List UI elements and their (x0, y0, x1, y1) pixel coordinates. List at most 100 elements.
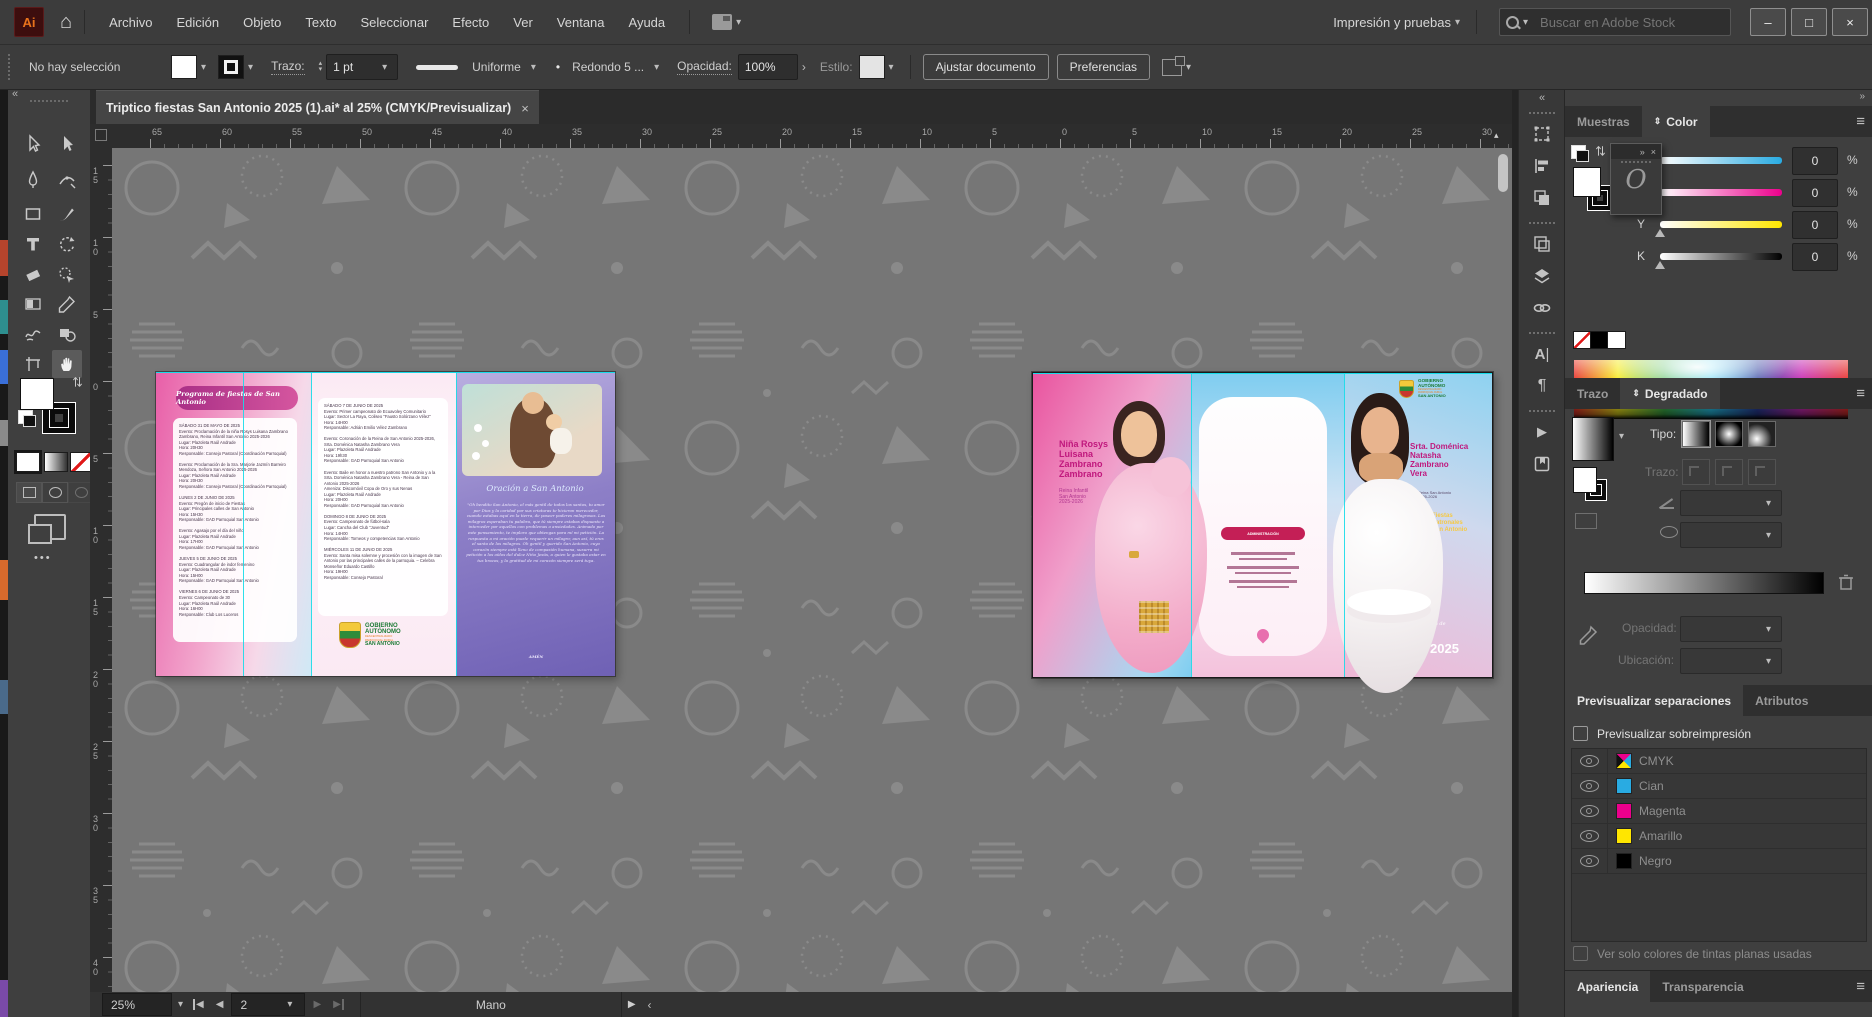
symbol-sprayer-tool[interactable] (18, 320, 48, 348)
delete-stop-icon[interactable] (1838, 573, 1854, 591)
status-collapse-icon[interactable]: ‹ (648, 998, 652, 1012)
curvature-tool[interactable] (52, 166, 82, 194)
cyan-value-field[interactable]: 0 (1792, 147, 1838, 175)
document-tab[interactable]: Triptico fiestas San Antonio 2025 (1).ai… (96, 90, 539, 125)
artboard-tool[interactable] (18, 350, 48, 378)
fill-proxy[interactable] (1573, 167, 1601, 197)
stroke-along-button[interactable] (1715, 459, 1743, 485)
paragraph-panel-icon[interactable]: ¶ (1519, 370, 1565, 402)
ruler-origin-box[interactable] (90, 124, 113, 149)
black-value-field[interactable]: 0 (1792, 243, 1838, 271)
gradient-location-field[interactable]: ▾ (1680, 648, 1782, 674)
scrollbar-thumb[interactable] (1498, 154, 1508, 192)
swap-fill-stroke-icon[interactable]: ⇄ (1592, 146, 1608, 157)
magenta-value-field[interactable]: 0 (1792, 179, 1838, 207)
arrange-documents-icon[interactable] (712, 14, 732, 30)
chevron-down-icon[interactable]: ▾ (1455, 17, 1460, 28)
yellow-slider[interactable] (1660, 221, 1782, 228)
default-fill-stroke-icon[interactable] (18, 410, 33, 424)
fill-proxy[interactable] (1573, 467, 1597, 493)
status-expand-icon[interactable]: ▶ (628, 999, 636, 1010)
plate-row-cmyk[interactable]: CMYK (1572, 749, 1866, 774)
panel-grip[interactable] (1529, 332, 1555, 334)
chevron-down-icon[interactable]: ▾ (201, 62, 206, 73)
home-icon[interactable]: ⌂ (60, 11, 72, 34)
plate-row-amarillo[interactable]: Amarillo (1572, 824, 1866, 849)
angle-field[interactable]: ▾ (1680, 490, 1782, 516)
chevron-down-icon[interactable]: ▾ (1523, 17, 1528, 28)
chevron-down-icon[interactable]: ▾ (736, 17, 741, 28)
stroke-within-button[interactable] (1682, 459, 1710, 485)
opacity-label[interactable]: Opacidad: (677, 59, 732, 75)
transform-panel-icon[interactable] (1519, 118, 1565, 150)
reverse-gradient-icon[interactable] (1575, 513, 1597, 529)
previous-artboard-button[interactable]: ◀ (216, 999, 224, 1010)
menu-archivo[interactable]: Archivo (97, 15, 164, 30)
tab-trazo[interactable]: Trazo (1565, 378, 1620, 409)
direct-selection-tool[interactable] (52, 130, 82, 158)
menu-ventana[interactable]: Ventana (545, 15, 617, 30)
slider-thumb[interactable] (1655, 261, 1665, 269)
selection-tool[interactable] (18, 130, 48, 158)
stroke-color-swatch[interactable] (218, 55, 244, 79)
illustrator-logo-icon[interactable]: Ai (14, 7, 44, 37)
panel-grip[interactable] (8, 54, 15, 80)
links-panel-icon[interactable] (1519, 292, 1565, 324)
freeform-gradient-button[interactable] (1748, 421, 1776, 447)
next-artboard-button[interactable]: ▶ (313, 999, 321, 1010)
plate-row-negro[interactable]: Negro (1572, 849, 1866, 874)
draw-behind-button[interactable] (42, 482, 68, 503)
expand-icon[interactable]: › (802, 60, 806, 74)
aspect-ratio-field[interactable]: ▾ (1680, 522, 1782, 548)
panel-grip[interactable] (1529, 222, 1555, 224)
plate-row-cian[interactable]: Cian (1572, 774, 1866, 799)
tab-transparencia[interactable]: Transparencia (1650, 971, 1755, 1002)
type-tool[interactable] (18, 230, 48, 258)
fit-document-button[interactable]: Ajustar documento (923, 54, 1049, 80)
eraser-tool[interactable] (18, 260, 48, 288)
chevron-down-icon[interactable]: ▾ (889, 62, 894, 73)
panel-grip[interactable] (1529, 410, 1555, 412)
gradient-preview-swatch[interactable] (1572, 417, 1614, 461)
chevron-down-icon[interactable]: ▾ (654, 62, 659, 73)
pathfinder-panel-icon[interactable] (1519, 182, 1565, 214)
opacity-field[interactable]: 100% (738, 54, 798, 80)
menu-edicion[interactable]: Edición (164, 15, 231, 30)
menu-ayuda[interactable]: Ayuda (617, 15, 678, 30)
panel-menu-icon[interactable]: ≡ (1856, 978, 1865, 995)
draw-normal-button[interactable] (16, 482, 42, 503)
stroke-across-button[interactable] (1748, 459, 1776, 485)
scroll-up-icon[interactable]: ▴ (1494, 130, 1499, 141)
panel-menu-icon[interactable]: ≡ (1856, 385, 1865, 402)
chevron-down-icon[interactable]: ▾ (1619, 431, 1624, 442)
visibility-eye-icon[interactable] (1580, 755, 1599, 767)
chevron-down-icon[interactable]: ▾ (531, 62, 536, 73)
menu-seleccionar[interactable]: Seleccionar (348, 15, 440, 30)
chevron-down-icon[interactable]: ▾ (248, 62, 253, 73)
chevron-down-icon[interactable]: ▾ (1186, 62, 1191, 73)
panel-grip[interactable] (30, 100, 68, 102)
artboards-panel-icon[interactable] (1519, 228, 1565, 260)
gradient-slider-bar[interactable] (1584, 572, 1824, 594)
floating-mini-panel[interactable]: »× O (1610, 143, 1662, 215)
color-mode-button[interactable] (16, 452, 40, 472)
libraries-panel-icon[interactable] (1519, 448, 1565, 480)
vertical-scrollbar[interactable] (1497, 148, 1510, 992)
black-slider[interactable] (1660, 253, 1782, 260)
magenta-slider[interactable] (1660, 189, 1782, 196)
menu-ver[interactable]: Ver (501, 15, 545, 30)
rectangle-tool[interactable] (18, 200, 48, 228)
overprint-preview-checkbox[interactable] (1573, 726, 1588, 741)
swap-fill-stroke-icon[interactable]: ⇄ (69, 377, 85, 388)
screen-mode-button[interactable] (34, 514, 66, 540)
zoom-level-field[interactable]: 25% (102, 993, 172, 1016)
graphic-style-swatch[interactable] (859, 55, 885, 79)
artboard-back[interactable]: Programa de fiestas de San Antonio SÁBAD… (156, 372, 615, 676)
canvas[interactable]: Programa de fiestas de San Antonio SÁBAD… (112, 148, 1512, 992)
menu-objeto[interactable]: Objeto (231, 15, 293, 30)
shape-builder-tool[interactable] (52, 320, 82, 348)
stroke-profile-value[interactable]: Uniforme (472, 60, 521, 74)
artboard-front[interactable]: Niña Rosys Luisana Zambrano Zambrano Rei… (1032, 372, 1493, 678)
visibility-eye-icon[interactable] (1580, 805, 1599, 817)
adobe-stock-search[interactable]: ▾ (1499, 8, 1731, 36)
